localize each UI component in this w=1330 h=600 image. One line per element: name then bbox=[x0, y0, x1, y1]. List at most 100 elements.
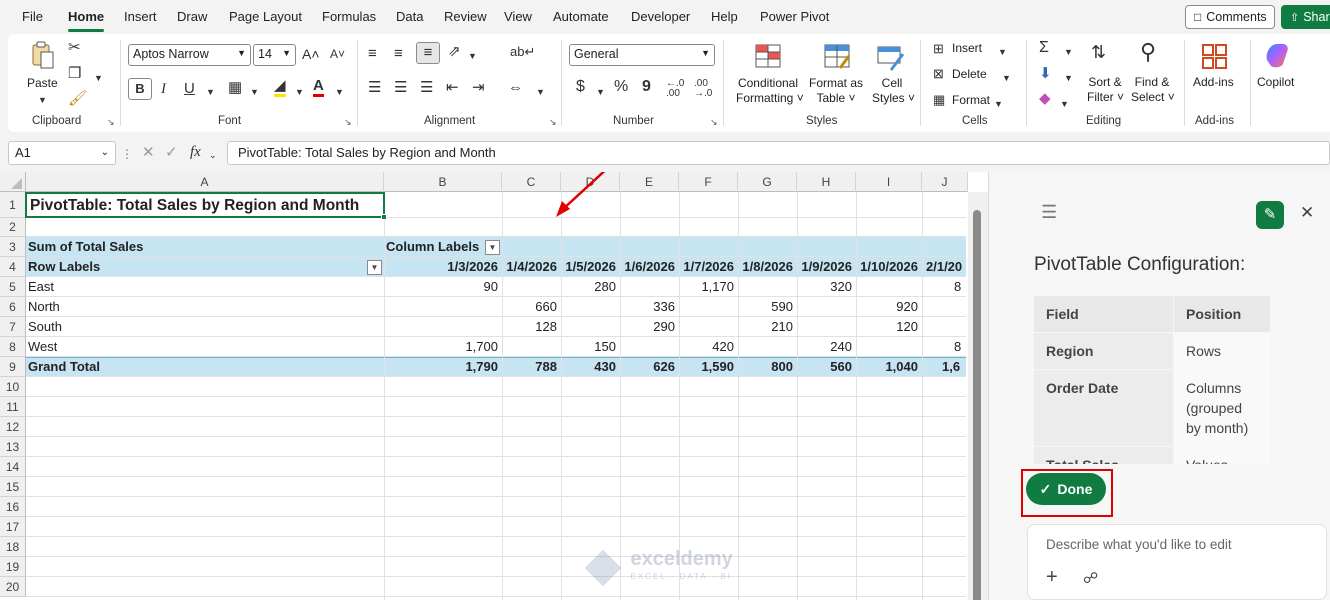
align-left-icon[interactable]: ☰ bbox=[368, 80, 381, 96]
grand-total-value-cell[interactable]: 560 bbox=[797, 357, 856, 377]
row-header[interactable]: 12 bbox=[0, 417, 26, 437]
sales-value-cell[interactable]: 660 bbox=[502, 297, 561, 317]
row-labels-cell[interactable]: Row Labels bbox=[28, 257, 100, 277]
tab-view[interactable]: View bbox=[504, 9, 532, 24]
sales-value-cell[interactable]: 120 bbox=[856, 317, 922, 337]
font-color-dropdown-icon[interactable]: ▼ bbox=[335, 84, 344, 100]
menu-icon[interactable]: ☰ bbox=[1041, 203, 1057, 221]
copilot-button[interactable]: Copilot bbox=[1257, 75, 1294, 90]
borders-icon[interactable]: ▦ bbox=[228, 80, 242, 96]
tab-power-pivot[interactable]: Power Pivot bbox=[760, 9, 829, 24]
fill-color-dropdown-icon[interactable]: ▼ bbox=[295, 84, 304, 100]
tab-help[interactable]: Help bbox=[711, 9, 738, 24]
date-header-cell[interactable]: 1/7/2026 bbox=[679, 257, 738, 277]
sum-of-total-sales-cell[interactable]: Sum of Total Sales bbox=[28, 237, 143, 257]
alignment-launcher-icon[interactable]: ↘ bbox=[549, 117, 557, 128]
italic-button[interactable]: I bbox=[161, 81, 166, 97]
sales-value-cell[interactable]: 1,700 bbox=[384, 337, 502, 357]
format-cells-icon[interactable]: ▦ bbox=[933, 92, 945, 108]
row-header[interactable]: 9 bbox=[0, 357, 26, 377]
grand-total-value-cell[interactable]: 1,040 bbox=[856, 357, 922, 377]
format-painter-icon[interactable]: 🖌 bbox=[68, 91, 87, 107]
sales-value-cell[interactable]: 920 bbox=[856, 297, 922, 317]
autosum-icon[interactable]: Σ bbox=[1039, 40, 1049, 56]
find-select-icon[interactable]: ⚲ bbox=[1140, 40, 1156, 64]
tab-formulas[interactable]: Formulas bbox=[322, 9, 376, 24]
column-header-j[interactable]: J bbox=[922, 172, 968, 192]
shrink-font-icon[interactable]: A˅ bbox=[330, 46, 345, 62]
orientation-icon[interactable]: ⇗ bbox=[448, 44, 461, 60]
underline-dropdown-icon[interactable]: ▼ bbox=[206, 84, 215, 100]
sales-value-cell[interactable]: 420 bbox=[679, 337, 738, 357]
row-header[interactable]: 17 bbox=[0, 517, 26, 537]
scrollbar-thumb[interactable] bbox=[973, 210, 981, 600]
grand-total-value-cell[interactable]: 1,590 bbox=[679, 357, 738, 377]
copy-dropdown-icon[interactable]: ▼ bbox=[94, 70, 103, 86]
row-header[interactable]: 18 bbox=[0, 537, 26, 557]
share-button[interactable]: ⇧ Shar bbox=[1281, 5, 1330, 29]
date-header-cell[interactable]: 1/5/2026 bbox=[561, 257, 620, 277]
new-chat-icon[interactable]: ✎ bbox=[1256, 201, 1284, 229]
row-header[interactable]: 1 bbox=[0, 192, 26, 218]
paste-icon[interactable] bbox=[28, 40, 58, 70]
sales-value-cell[interactable]: 290 bbox=[620, 317, 679, 337]
date-header-cell[interactable]: 1/9/2026 bbox=[797, 257, 856, 277]
region-label-cell[interactable]: North bbox=[28, 297, 60, 317]
align-bottom-icon[interactable]: ≡ bbox=[416, 42, 440, 64]
clear-dropdown-icon[interactable]: ▼ bbox=[1060, 96, 1069, 112]
fill-handle[interactable] bbox=[381, 214, 387, 220]
increase-decimal-icon[interactable]: ←.0.00 bbox=[666, 79, 684, 99]
chevron-down-icon[interactable]: ⌄ bbox=[101, 147, 109, 158]
row-header[interactable]: 13 bbox=[0, 437, 26, 457]
merge-dropdown-icon[interactable]: ▼ bbox=[536, 84, 545, 100]
sales-value-cell[interactable]: 8 bbox=[922, 277, 968, 297]
column-header-g[interactable]: G bbox=[738, 172, 797, 192]
close-icon[interactable]: ✕ bbox=[1300, 204, 1314, 221]
sales-value-cell[interactable]: 590 bbox=[738, 297, 797, 317]
more-options-icon[interactable]: ⋮ bbox=[121, 146, 133, 162]
format-cells-button[interactable]: Format bbox=[952, 93, 990, 108]
decrease-decimal-icon[interactable]: .00 →.0 bbox=[694, 79, 712, 99]
sales-value-cell[interactable]: 128 bbox=[502, 317, 561, 337]
currency-dropdown-icon[interactable]: ▼ bbox=[596, 84, 605, 100]
grow-font-icon[interactable]: A˄ bbox=[302, 46, 320, 62]
tab-file[interactable]: File bbox=[22, 9, 43, 24]
region-label-cell[interactable]: West bbox=[28, 337, 57, 357]
row-header[interactable]: 14 bbox=[0, 457, 26, 477]
copilot-icon[interactable] bbox=[1261, 40, 1291, 70]
bold-button[interactable]: B bbox=[128, 78, 152, 100]
pivot-title-cell[interactable]: PivotTable: Total Sales by Region and Mo… bbox=[30, 195, 359, 217]
worksheet-grid[interactable]: A B C D E F G H I J 1 2 3 4 5 6 7 8 9 10 11 12 13 14 1… bbox=[0, 172, 988, 600]
date-header-cell[interactable]: 1/10/2026 bbox=[856, 257, 922, 277]
find-select-button[interactable]: Find & Select ˅ bbox=[1131, 75, 1175, 105]
row-header[interactable]: 5 bbox=[0, 277, 26, 297]
conditional-formatting-button[interactable]: Conditional Formatting ˅ bbox=[736, 76, 804, 106]
copy-icon[interactable]: ❐ bbox=[68, 66, 81, 82]
row-header[interactable]: 11 bbox=[0, 397, 26, 417]
row-header[interactable]: 16 bbox=[0, 497, 26, 517]
sales-value-cell[interactable]: 1,170 bbox=[679, 277, 738, 297]
insert-function-icon[interactable]: fx bbox=[190, 144, 201, 160]
add-ins-icon[interactable] bbox=[1200, 42, 1230, 72]
row-header[interactable]: 6 bbox=[0, 297, 26, 317]
tab-insert[interactable]: Insert bbox=[124, 9, 157, 24]
tab-developer[interactable]: Developer bbox=[631, 9, 690, 24]
format-as-table-button[interactable]: Format as Table ˅ bbox=[808, 76, 864, 106]
cancel-entry-icon[interactable]: ✕ bbox=[142, 145, 155, 161]
format-as-table-icon[interactable] bbox=[822, 42, 852, 72]
grand-total-value-cell[interactable]: 430 bbox=[561, 357, 620, 377]
sort-filter-button[interactable]: Sort & Filter ˅ bbox=[1087, 75, 1124, 105]
font-name-select[interactable]: Aptos Narrow ▼ bbox=[128, 44, 251, 66]
column-header-h[interactable]: H bbox=[797, 172, 856, 192]
vertical-scrollbar[interactable] bbox=[968, 192, 988, 600]
insert-dropdown-icon[interactable]: ▼ bbox=[998, 44, 1007, 60]
align-middle-icon[interactable]: ≡ bbox=[394, 46, 403, 62]
underline-button[interactable]: U bbox=[184, 81, 195, 97]
delete-dropdown-icon[interactable]: ▼ bbox=[1002, 70, 1011, 86]
name-box[interactable]: A1 ⌄ bbox=[8, 141, 116, 165]
grand-total-value-cell[interactable]: 1,790 bbox=[384, 357, 502, 377]
date-header-cell[interactable]: 1/6/2026 bbox=[620, 257, 679, 277]
date-header-cell[interactable]: 2/1/20 bbox=[922, 257, 968, 277]
cut-icon[interactable]: ✂ bbox=[68, 40, 81, 56]
decrease-indent-icon[interactable]: ⇤ bbox=[446, 80, 459, 96]
